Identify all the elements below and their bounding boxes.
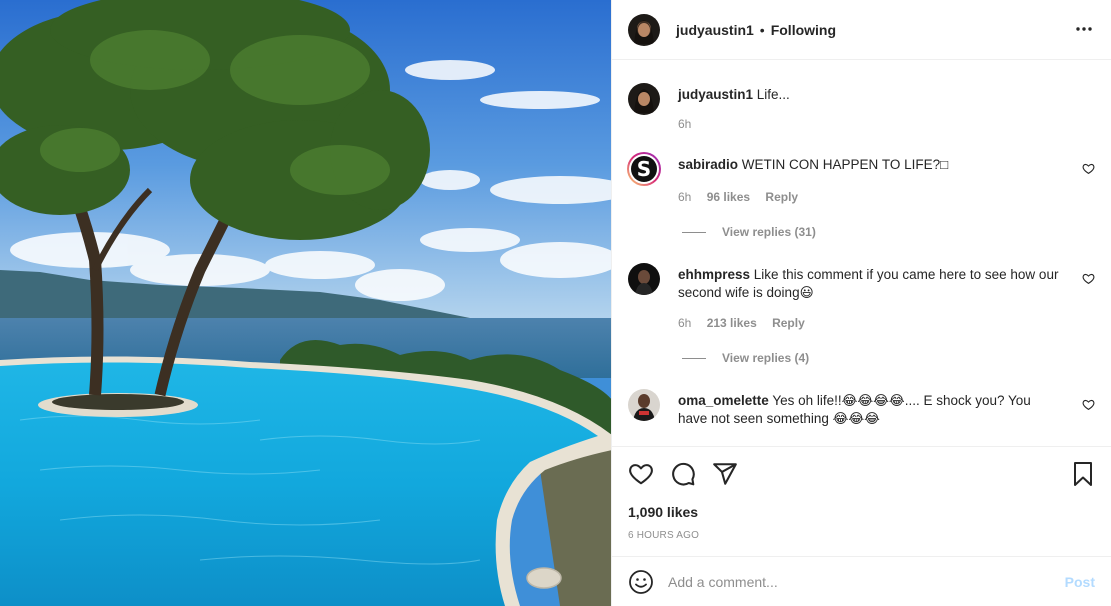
comment-username[interactable]: oma_omelette — [678, 393, 769, 408]
caption-text: judyaustin1 Life... — [678, 86, 1063, 104]
comment-text: ehhmpress Like this comment if you came … — [678, 266, 1063, 302]
header-separator: • — [759, 21, 765, 38]
comment-body: WETIN CON HAPPEN TO LIFE?□ — [741, 157, 949, 172]
view-replies-label: View replies (4) — [722, 351, 810, 365]
post-header: judyaustin1 • Following — [612, 0, 1111, 60]
bookmark-icon[interactable] — [1071, 461, 1095, 492]
view-replies-label: View replies (31) — [722, 225, 816, 239]
comment-username[interactable]: sabiradio — [678, 157, 738, 172]
commenter-avatar[interactable] — [628, 263, 660, 295]
comments-list[interactable]: judyaustin1 Life... 6h S sabiradio WETIN — [612, 61, 1111, 445]
emoji-icon[interactable] — [628, 569, 654, 595]
comment-meta: 6h 213 likes Reply — [678, 316, 817, 330]
caption-username[interactable]: judyaustin1 — [678, 87, 753, 102]
replies-divider — [682, 231, 706, 233]
comment-likes[interactable]: 96 likes — [707, 190, 750, 204]
caption: judyaustin1 Life... 6h — [628, 83, 1095, 143]
commenter-avatar[interactable] — [628, 389, 660, 421]
comment-item: ehhmpress Like this comment if you came … — [628, 263, 1095, 373]
comment-username[interactable]: ehhmpress — [678, 267, 750, 282]
add-comment-bar: Post — [612, 556, 1111, 606]
caption-meta: 6h — [678, 117, 703, 131]
view-replies-button[interactable]: View replies (4) — [682, 351, 809, 365]
comment-like-heart-icon[interactable] — [1082, 272, 1095, 290]
comment-time[interactable]: 6h — [678, 316, 691, 330]
comment-like-heart-icon[interactable] — [1082, 162, 1095, 180]
commenter-avatar[interactable]: S — [626, 151, 662, 187]
share-icon[interactable] — [712, 461, 738, 492]
replies-divider — [682, 357, 706, 359]
reply-button[interactable]: Reply — [765, 190, 798, 204]
post-image[interactable] — [0, 0, 612, 606]
reply-button[interactable]: Reply — [772, 316, 805, 330]
comment-likes[interactable]: 213 likes — [707, 316, 757, 330]
comment-input[interactable] — [668, 573, 1028, 590]
post-button[interactable]: Post — [1065, 574, 1095, 590]
comment-item: oma_omelette Yes oh life!!😂😂😂😂.... E sho… — [628, 389, 1095, 445]
post-actions: 1,090 likes 6 HOURS AGO — [612, 446, 1111, 556]
heart-icon[interactable] — [628, 461, 654, 492]
caption-body: Life... — [756, 87, 790, 102]
post-details-panel: judyaustin1 • Following judyaustin1 Life… — [612, 0, 1111, 606]
caption-avatar[interactable] — [628, 83, 660, 115]
comment-text: oma_omelette Yes oh life!!😂😂😂😂.... E sho… — [678, 392, 1063, 428]
comment-text: sabiradio WETIN CON HAPPEN TO LIFE?□ — [678, 156, 1063, 174]
post-timestamp[interactable]: 6 HOURS AGO — [628, 530, 699, 541]
like-count[interactable]: 1,090 likes — [628, 504, 698, 520]
more-options-icon[interactable] — [1075, 20, 1093, 43]
author-username[interactable]: judyaustin1 — [676, 22, 754, 38]
action-icons — [628, 461, 738, 492]
sabiradio-avatar-letter: S — [636, 157, 652, 181]
caption-time[interactable]: 6h — [678, 117, 691, 131]
comment-item: S sabiradio WETIN CON HAPPEN TO LIFE?□ 6… — [626, 151, 1095, 243]
comment-like-heart-icon[interactable] — [1082, 398, 1095, 416]
following-button[interactable]: Following — [771, 22, 836, 38]
comment-meta: 6h 96 likes Reply — [678, 190, 810, 204]
author-avatar[interactable] — [628, 13, 660, 46]
comment-time[interactable]: 6h — [678, 190, 691, 204]
comment-icon[interactable] — [670, 461, 696, 492]
view-replies-button[interactable]: View replies (31) — [682, 225, 816, 239]
